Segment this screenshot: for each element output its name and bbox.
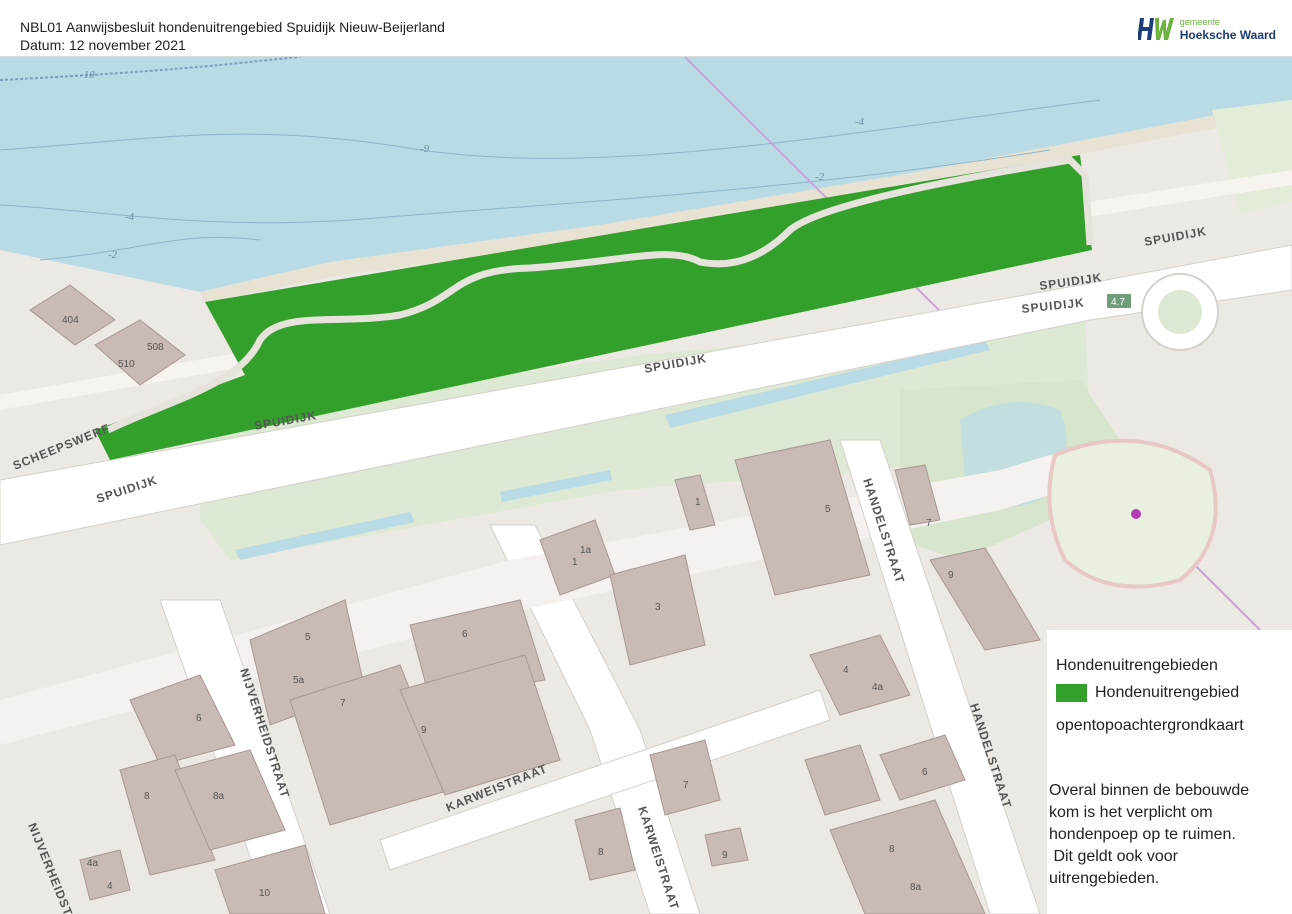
house-number: 8 [598,847,604,858]
hw-logo-icon [1137,18,1174,40]
contour-label: -10 [80,69,95,81]
legend-background-label: opentopoachtergrondkaart [1056,717,1244,734]
legend-note-line: kom is het verplicht om [1049,804,1213,821]
house-number: 8 [144,791,150,802]
logo-name-text: Hoeksche Waard [1179,27,1276,42]
house-number: 9 [421,725,427,736]
legend-note-line: hondenpoep op te ruimen. [1049,826,1236,843]
house-number: 1 [572,557,578,568]
house-number: 7 [683,780,689,791]
road-shield-label: 4.7 [1111,297,1125,308]
legend-panel: Hondenuitrengebieden Hondenuitrengebied … [1047,630,1292,914]
map-date: Datum: 12 november 2021 [20,37,186,53]
house-number: 4 [107,881,113,892]
house-number: 6 [196,713,202,724]
contour-label: -4 [855,116,865,128]
house-number: 9 [948,570,954,581]
house-number: 3 [655,602,661,613]
legend-note-line: Dit geldt ook voor [1049,848,1178,865]
map-title: NBL01 Aanwijsbesluit hondenuitrengebied … [20,19,445,35]
house-number: 7 [926,518,932,529]
house-number: 6 [922,767,928,778]
house-number: 5 [825,504,831,515]
power-pylon [1131,509,1141,519]
house-number: 6 [462,629,468,640]
house-number: 10 [259,888,271,899]
logo-small-text: gemeente [1179,16,1220,27]
legend-heading: Hondenuitrengebieden [1056,657,1218,674]
house-number: 1 [695,497,701,508]
legend-swatch [1056,684,1087,702]
legend-note: Overal binnen de bebouwde kom is het ver… [1049,780,1289,890]
hoeksche-waard-logo: gemeente Hoeksche Waard [1137,14,1276,44]
contour-label: -2 [108,249,118,261]
house-number: 9 [722,850,728,861]
house-number: 8a [910,882,922,893]
house-number: 7 [340,698,346,709]
contour-label: -9 [420,143,430,155]
legend-note-line: Overal binnen de bebouwde [1049,782,1250,799]
legend-item-label: Hondenuitrengebied [1095,684,1240,701]
house-number: 4a [87,858,99,869]
house-number: 508 [147,342,164,353]
house-number: 8a [213,791,225,802]
contour-label: -2 [815,171,825,183]
house-number: 5a [293,675,305,686]
house-number: 4a [872,682,884,693]
contour-label: -4 [125,211,135,223]
roundabout-center [1158,290,1202,334]
house-number: 4 [843,665,849,676]
house-number: 1a [580,545,592,556]
house-number: 5 [305,632,311,643]
house-number: 8 [889,844,895,855]
house-number: 510 [118,359,135,370]
house-number: 404 [62,315,79,326]
header: NBL01 Aanwijsbesluit hondenuitrengebied … [0,0,1292,57]
legend-note-line: uitrengebieden. [1049,870,1160,887]
